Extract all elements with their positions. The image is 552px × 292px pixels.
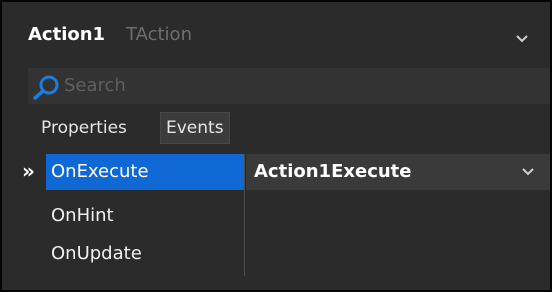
component-selector[interactable]: Action1 TAction	[2, 2, 550, 64]
event-value-field[interactable]: Action1Execute	[246, 154, 550, 190]
event-row-onexecute[interactable]: » OnExecute Action1Execute	[22, 154, 550, 190]
event-name[interactable]: OnUpdate	[46, 236, 244, 272]
tab-events[interactable]: Events	[160, 112, 230, 144]
object-inspector: Action1 TAction Search Properties Events…	[0, 0, 552, 292]
chevron-down-icon[interactable]	[516, 35, 528, 43]
search-input[interactable]: Search	[64, 75, 126, 96]
event-name[interactable]: OnHint	[46, 198, 244, 234]
component-type: TAction	[126, 24, 192, 45]
component-name: Action1	[28, 24, 106, 45]
search-icon	[33, 75, 59, 100]
tab-properties[interactable]: Properties	[36, 112, 132, 144]
event-row-onupdate[interactable]: OnUpdate	[28, 236, 550, 272]
event-value: Action1Execute	[254, 161, 412, 182]
current-row-marker: »	[22, 159, 35, 183]
event-name[interactable]: OnExecute	[46, 154, 244, 190]
inspector-tabs: Properties Events	[28, 109, 550, 145]
chevron-down-icon[interactable]	[522, 168, 534, 176]
event-row-onhint[interactable]: OnHint	[28, 198, 550, 234]
event-grid: » OnExecute Action1Execute OnHint OnUpda…	[22, 154, 550, 290]
search-box[interactable]: Search	[28, 68, 550, 104]
